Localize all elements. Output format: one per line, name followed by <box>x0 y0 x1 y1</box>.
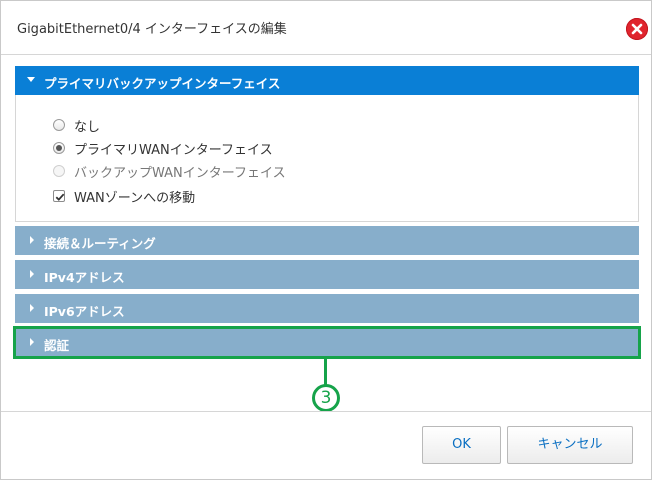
panel-label: 認証 <box>44 338 70 353</box>
option-label: WANゾーンへの移動 <box>74 191 196 206</box>
dialog-header: GigabitEthernet0/4 インターフェイスの編集 <box>1 1 651 55</box>
panel-header-authentication[interactable]: 認証 <box>13 326 641 359</box>
panel-body-primary-backup: なし プライマリWANインターフェイス バックアップWANインターフェイス WA… <box>15 95 639 222</box>
panel-label: IPv4アドレス <box>44 270 125 285</box>
caret-right-icon <box>30 338 34 346</box>
panel-header-connection-routing[interactable]: 接続＆ルーティング <box>15 226 639 255</box>
option-label: プライマリWANインターフェイス <box>74 143 273 158</box>
panel-header-ipv6-address[interactable]: IPv6アドレス <box>15 294 639 323</box>
callout-number-badge: 3 <box>312 384 340 412</box>
checkbox[interactable] <box>53 190 65 202</box>
radio-button-disabled <box>53 165 65 177</box>
callout-connector <box>324 358 327 385</box>
radio-button-checked[interactable] <box>53 142 65 154</box>
panel-label: プライマリバックアップインターフェイス <box>44 76 281 91</box>
dialog-title: GigabitEthernet0/4 インターフェイスの編集 <box>17 22 287 37</box>
option-label: バックアップWANインターフェイス <box>74 166 286 181</box>
panel-header-ipv4-address[interactable]: IPv4アドレス <box>15 260 639 289</box>
panel-header-primary-backup[interactable]: プライマリバックアップインターフェイス <box>15 66 639 95</box>
caret-right-icon <box>30 270 34 278</box>
ok-button[interactable]: OK <box>422 426 501 464</box>
close-icon <box>631 23 643 35</box>
caret-down-icon <box>27 77 35 82</box>
panel-label: 接続＆ルーティング <box>44 236 156 251</box>
panel-label: IPv6アドレス <box>44 304 125 319</box>
option-label: なし <box>74 120 101 135</box>
checkmark-icon <box>55 193 65 201</box>
edit-interface-dialog: GigabitEthernet0/4 インターフェイスの編集 プライマリバックア… <box>0 0 652 480</box>
settings-accordion: プライマリバックアップインターフェイス なし プライマリWANインターフェイス … <box>13 66 641 359</box>
radio-button[interactable] <box>53 119 65 131</box>
dialog-footer: OK キャンセル <box>1 411 651 479</box>
caret-right-icon <box>30 304 34 312</box>
close-button[interactable] <box>626 18 648 40</box>
cancel-button[interactable]: キャンセル <box>507 426 633 464</box>
caret-right-icon <box>30 236 34 244</box>
